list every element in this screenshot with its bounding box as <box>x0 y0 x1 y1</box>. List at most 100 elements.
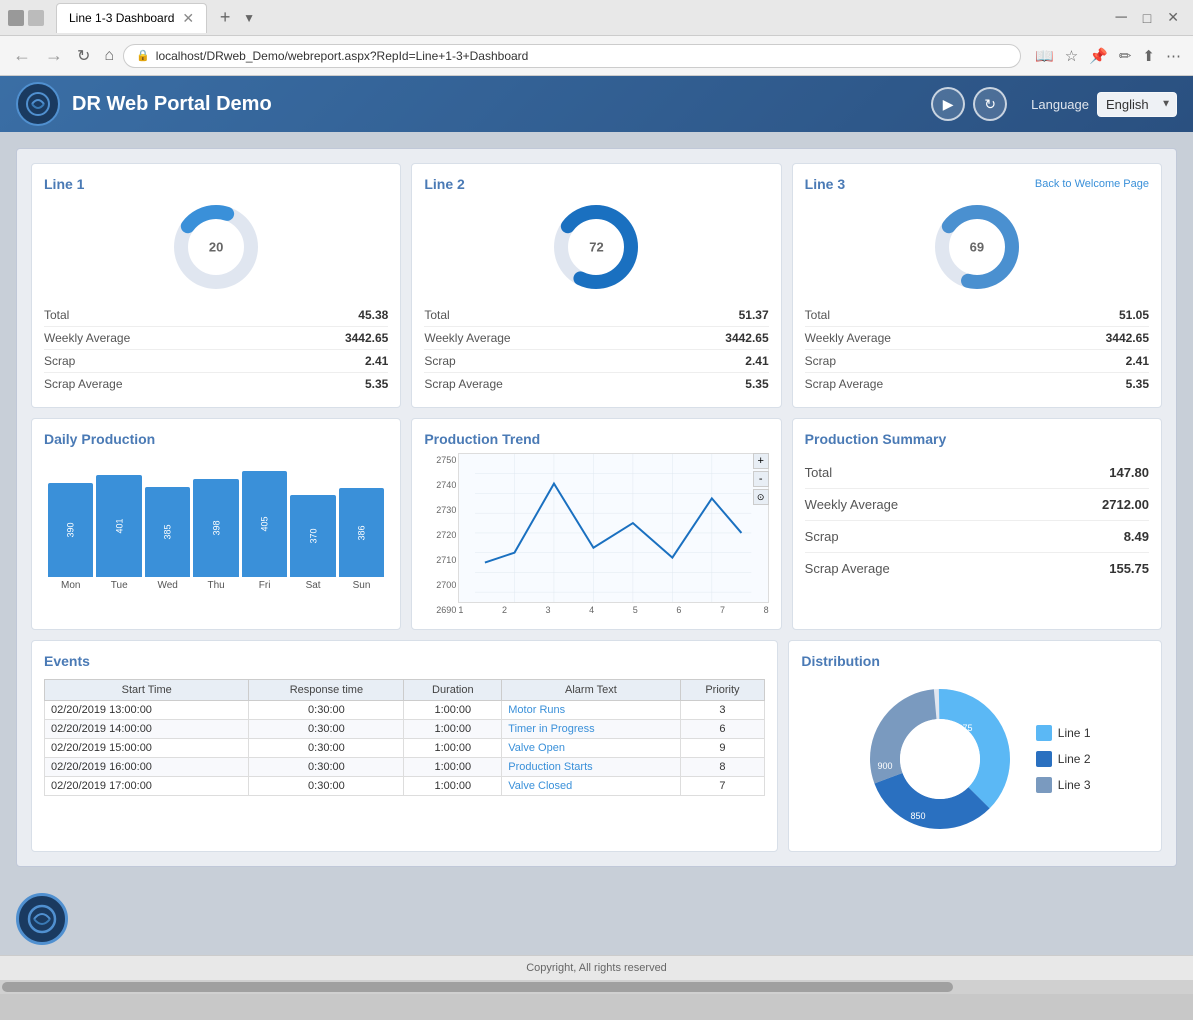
bar-mon: 390 <box>48 457 93 577</box>
col-response-time: Response time <box>249 680 404 701</box>
back-to-welcome-link[interactable]: Back to Welcome Page <box>1035 178 1149 190</box>
new-tab-button[interactable]: + <box>211 4 239 32</box>
distribution-title: Distribution <box>801 653 1149 669</box>
line1-stat-total: Total 45.38 <box>44 304 388 327</box>
zoom-controls: + - ⊙ <box>753 453 769 505</box>
col-start-time: Start Time <box>45 680 249 701</box>
pen-button[interactable]: ✏ <box>1115 45 1136 67</box>
line1-panel: Line 1 20 Total 45.38 <box>31 163 401 408</box>
browser-tab[interactable]: Line 1-3 Dashboard ✕ <box>56 3 207 33</box>
close-button[interactable]: ✕ <box>1161 9 1185 26</box>
footer-logo <box>16 893 68 945</box>
language-section: Language English ▼ <box>1031 92 1177 117</box>
line3-title: Line 3 <box>805 176 845 192</box>
trend-chart-svg <box>458 453 768 603</box>
line3-stat-scrap: Scrap 2.41 <box>805 350 1149 373</box>
line1-scrap-label: Scrap <box>44 354 75 368</box>
svg-text:875: 875 <box>957 723 972 733</box>
table-row: 02/20/2019 13:00:00 0:30:00 1:00:00 Moto… <box>45 701 765 720</box>
app-logo <box>16 82 60 126</box>
more-button[interactable]: ⋯ <box>1162 45 1185 67</box>
line2-panel: Line 2 72 Total 51.37 <box>411 163 781 408</box>
line1-weekly-label: Weekly Average <box>44 331 130 345</box>
distribution-content: 875 850 900 Line 1 Line 2 <box>801 679 1149 839</box>
line2-donut-value: 72 <box>589 240 603 255</box>
app-refresh-button[interactable]: ↻ <box>973 87 1007 121</box>
share-button[interactable]: ⬆ <box>1138 45 1159 67</box>
line3-stat-total: Total 51.05 <box>805 304 1149 327</box>
dashboard-container: Line 1 20 Total 45.38 <box>16 148 1177 867</box>
language-select-wrapper[interactable]: English ▼ <box>1097 92 1177 117</box>
scrollbar-thumb[interactable] <box>2 982 953 992</box>
line1-donut-value: 20 <box>209 240 223 255</box>
col-alarm-text: Alarm Text <box>502 680 680 701</box>
horizontal-scrollbar[interactable] <box>0 980 1193 994</box>
browser-window: Line 1-3 Dashboard ✕ + ▼ ─ □ ✕ ← → ↻ ⌂ 🔒… <box>0 0 1193 994</box>
line2-donut: 72 <box>424 202 768 292</box>
events-title: Events <box>44 653 765 669</box>
copyright-footer: Copyright, All rights reserved <box>0 955 1193 980</box>
distribution-donut-chart: 875 850 900 <box>860 679 1020 839</box>
zoom-reset-button[interactable]: ⊙ <box>753 489 769 505</box>
daily-production-panel: Daily Production 390 401 <box>31 418 401 630</box>
address-bar[interactable]: 🔒 localhost/DRweb_Demo/webreport.aspx?Re… <box>123 44 1021 68</box>
line1-stat-scrap: Scrap 2.41 <box>44 350 388 373</box>
play-button[interactable]: ▶ <box>931 87 965 121</box>
copyright-text: Copyright, All rights reserved <box>526 962 667 974</box>
svg-text:850: 850 <box>910 811 925 821</box>
bottom-row: Events Start Time Response time Duration… <box>31 640 1162 852</box>
app-title: DR Web Portal Demo <box>72 93 931 116</box>
middle-row: Daily Production 390 401 <box>31 418 1162 630</box>
minimize-button[interactable]: ─ <box>1109 9 1132 27</box>
line1-total-value: 45.38 <box>358 308 388 322</box>
summary-scrap-avg: Scrap Average 155.75 <box>805 553 1149 584</box>
bar-thu: 398 <box>193 457 238 577</box>
pin-button[interactable]: 📌 <box>1085 45 1112 67</box>
line1-scrap-value: 2.41 <box>365 354 388 368</box>
legend-line2: Line 2 <box>1036 751 1091 767</box>
line3-panel: Line 3 Back to Welcome Page 69 <box>792 163 1162 408</box>
bookmark-button[interactable]: ☆ <box>1061 45 1082 67</box>
window-icon <box>8 10 24 26</box>
window-icon2 <box>28 10 44 26</box>
home-button[interactable]: ⌂ <box>99 45 119 67</box>
app-header: DR Web Portal Demo ▶ ↻ Language English … <box>0 76 1193 132</box>
summary-total: Total 147.80 <box>805 457 1149 489</box>
zoom-out-button[interactable]: - <box>753 471 769 487</box>
refresh-button[interactable]: ↻ <box>72 44 95 68</box>
logo-icon <box>24 90 52 118</box>
x-axis: 1 2 3 4 5 6 7 8 <box>458 603 768 617</box>
bar-tue: 401 <box>96 457 141 577</box>
browser-titlebar: Line 1-3 Dashboard ✕ + ▼ ─ □ ✕ <box>0 0 1193 36</box>
production-trend-panel: Production Trend 2750 2740 2730 2720 271… <box>411 418 781 630</box>
table-row: 02/20/2019 14:00:00 0:30:00 1:00:00 Time… <box>45 720 765 739</box>
daily-production-title: Daily Production <box>44 431 388 447</box>
y-axis: 2750 2740 2730 2720 2710 2700 2690 <box>424 453 458 617</box>
distribution-legend: Line 1 Line 2 Line 3 <box>1036 725 1091 793</box>
main-content: Line 1 20 Total 45.38 <box>0 132 1193 883</box>
line1-scrap-avg-label: Scrap Average <box>44 377 123 391</box>
summary-weekly: Weekly Average 2712.00 <box>805 489 1149 521</box>
reader-view-button[interactable]: 📖 <box>1031 45 1058 67</box>
top-row: Line 1 20 Total 45.38 <box>31 163 1162 408</box>
line1-weekly-value: 3442.65 <box>345 331 388 345</box>
back-button[interactable]: ← <box>8 43 36 68</box>
maximize-button[interactable]: □ <box>1137 10 1157 26</box>
lock-icon: 🔒 <box>136 49 150 62</box>
table-row: 02/20/2019 15:00:00 0:30:00 1:00:00 Valv… <box>45 739 765 758</box>
legend-line1: Line 1 <box>1036 725 1091 741</box>
trend-chart-area: 2750 2740 2730 2720 2710 2700 2690 + <box>424 453 768 617</box>
forward-button[interactable]: → <box>40 43 68 68</box>
language-select[interactable]: English <box>1097 92 1177 117</box>
production-summary-title: Production Summary <box>805 431 1149 447</box>
line2-title: Line 2 <box>424 176 768 192</box>
line1-total-label: Total <box>44 308 69 322</box>
legend-line3: Line 3 <box>1036 777 1091 793</box>
tab-close-icon[interactable]: ✕ <box>182 10 194 27</box>
line2-stat-scrap-avg: Scrap Average 5.35 <box>424 373 768 395</box>
tab-dropdown-button[interactable]: ▼ <box>243 11 255 25</box>
footer-logo-area <box>0 883 1193 955</box>
zoom-in-button[interactable]: + <box>753 453 769 469</box>
events-panel: Events Start Time Response time Duration… <box>31 640 778 852</box>
line2-stat-weekly: Weekly Average 3442.65 <box>424 327 768 350</box>
